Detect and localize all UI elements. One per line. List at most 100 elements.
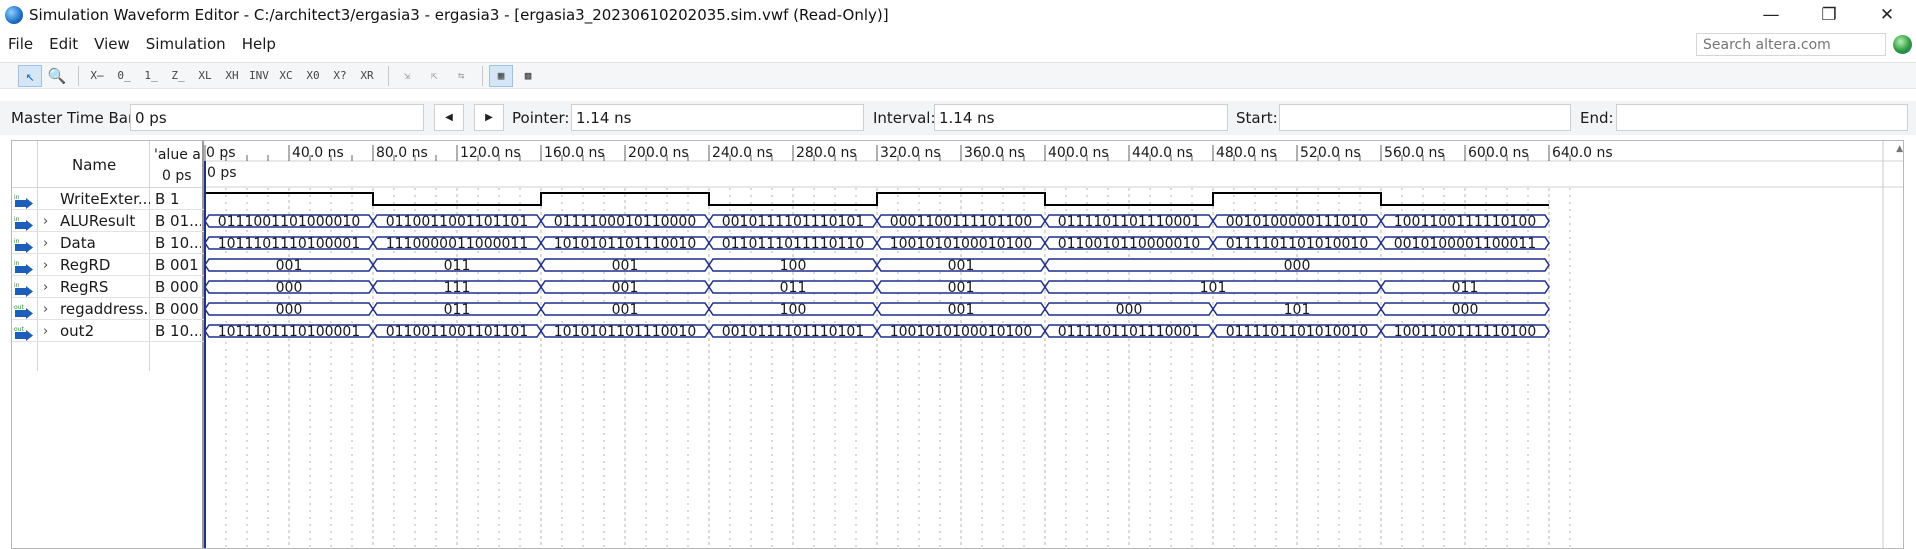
menu-help[interactable]: Help [234, 35, 284, 53]
next-transition-button[interactable]: ▶ [474, 104, 504, 131]
clock-icon[interactable]: X0 [301, 65, 325, 87]
menu-edit[interactable]: Edit [41, 35, 86, 53]
output-pin-icon: out [14, 304, 33, 319]
pointer-icon[interactable]: ↖ [18, 64, 42, 87]
window-controls: — ❐ ✕ [1742, 0, 1916, 30]
bus-value-label: 011 [780, 280, 807, 296]
menu-view[interactable]: View [86, 35, 138, 53]
search-input[interactable] [1696, 33, 1886, 56]
signal-name: ALUResult [60, 212, 136, 230]
scroll-up-icon[interactable]: ▲ [1896, 144, 1903, 154]
pointer-field[interactable]: 1.14 ns [571, 104, 864, 131]
expand-chevron-icon[interactable]: › [43, 214, 48, 229]
force-weak-low-icon[interactable]: XL [193, 65, 217, 87]
bus-value-label: 1011101110100001 [218, 236, 361, 252]
input-pin-icon: in [14, 260, 33, 275]
name-column-header[interactable]: Name [72, 156, 116, 174]
bus-value-label: 1010101101110010 [554, 324, 697, 340]
force-high-impedance-icon[interactable]: Z̲ [166, 65, 190, 87]
signal-row[interactable]: out › regaddress... B 000 [12, 298, 204, 320]
interval-field[interactable]: 1.14 ns [934, 104, 1228, 131]
bus-value-label: 000 [1452, 302, 1479, 318]
expand-chevron-icon[interactable]: › [43, 236, 48, 251]
invert-icon[interactable]: INV [247, 65, 271, 87]
signal-row[interactable]: in › RegRS B 000 [12, 276, 204, 298]
toolbar-separator [482, 65, 483, 86]
random-value-icon[interactable]: XR [355, 65, 379, 87]
close-button[interactable]: ✕ [1858, 0, 1916, 30]
minimize-button[interactable]: — [1742, 0, 1800, 30]
bus-value-label: 001 [612, 302, 639, 318]
bus-value-label: 001 [276, 258, 303, 274]
bus-value-label: 1001010100010100 [890, 324, 1033, 340]
waveform-area[interactable]: 0 ps 40.0 ns 80.0 ns 120.0 ns 160.0 ns 200.0 … [204, 141, 1904, 549]
bus-value-label: 011 [1452, 280, 1479, 296]
expand-chevron-icon[interactable]: › [43, 302, 48, 317]
bus-value-label: 1001010100010100 [890, 236, 1033, 252]
svg-text:in: in [14, 282, 20, 289]
bus-value-label: 001 [948, 302, 975, 318]
signal-row[interactable]: out › out2 B 10... [12, 320, 204, 342]
waveform-canvas[interactable]: 0 ps 40.0 ns 80.0 ns 120.0 ns 160.0 ns 200.0 … [204, 141, 1904, 549]
signal-row[interactable]: in › ALUResult B 01... [12, 210, 204, 232]
signal-value: B 01... [155, 212, 201, 230]
master-time-bar-field[interactable]: 0 ps [130, 104, 424, 131]
globe-icon[interactable] [1893, 35, 1912, 54]
bus-value-label: 0110011001101101 [386, 324, 529, 340]
toolbar-separator [78, 65, 79, 86]
time-ruler-label: 40.0 ns [292, 145, 344, 161]
time-ruler-label: 480.0 ns [1216, 145, 1277, 161]
time-ruler-label: 120.0 ns [460, 145, 521, 161]
input-pin-icon: in [14, 282, 33, 297]
snap-icon[interactable]: ⇲ [395, 65, 419, 87]
grid-settings-icon[interactable]: ▩ [516, 65, 540, 87]
menu-simulation[interactable]: Simulation [138, 35, 234, 53]
maximize-button[interactable]: ❐ [1800, 0, 1858, 30]
start-field[interactable] [1279, 104, 1571, 131]
bus-value-label: 1110000011000011 [386, 236, 529, 252]
value-column-time: 0 ps [162, 168, 192, 184]
end-field[interactable] [1616, 104, 1908, 131]
expand-chevron-icon[interactable]: › [43, 280, 48, 295]
bus-value-label: 0111101101010010 [1226, 324, 1369, 340]
bus-value-label: 0111100010110000 [554, 214, 697, 230]
bus-value-label: 0110111011110110 [722, 236, 865, 252]
snap-grid-icon[interactable]: ⇱ [422, 65, 446, 87]
bus-value-label: 0110010110000010 [1058, 236, 1201, 252]
force-weak-high-icon[interactable]: XH [220, 65, 244, 87]
bus-value-label: 001 [612, 258, 639, 274]
bit-waveform[interactable] [205, 192, 1549, 206]
signal-row[interactable]: in WriteExter... B 1 [12, 188, 204, 210]
zoom-icon[interactable]: 🔍 [45, 65, 69, 87]
snap-transition-icon[interactable]: ⇆ [449, 65, 473, 87]
window-title: Simulation Waveform Editor - C:/architec… [29, 6, 889, 24]
bus-value-label: 0010100001100011 [1394, 236, 1537, 252]
signal-name: RegRD [60, 256, 111, 274]
bus-value-label: 001 [948, 258, 975, 274]
fit-window-icon[interactable]: ▦ [489, 64, 513, 87]
signal-row[interactable]: in › Data B 10... [12, 232, 204, 254]
input-pin-icon: in [14, 216, 33, 231]
previous-transition-button[interactable]: ◀ [434, 104, 464, 131]
bus-value-label: 0010111101110101 [722, 214, 865, 230]
bus-value-label: 0111101101110001 [1058, 214, 1201, 230]
signal-value: B 1 [155, 190, 180, 208]
time-ruler-label: 560.0 ns [1384, 145, 1445, 161]
input-pin-icon: in [14, 238, 33, 253]
bus-value-label: 111 [444, 280, 471, 296]
force-low-icon[interactable]: 0̲ [112, 65, 136, 87]
arbitrary-value-icon[interactable]: X? [328, 65, 352, 87]
count-value-icon[interactable]: XC [274, 65, 298, 87]
force-unknown-icon[interactable]: X̶ [85, 65, 109, 87]
signal-row[interactable]: in › RegRD B 001 [12, 254, 204, 276]
value-column-header[interactable]: 'alue a [154, 147, 201, 163]
signal-name: Data [60, 234, 96, 252]
expand-chevron-icon[interactable]: › [43, 258, 48, 273]
app-logo-icon [5, 6, 23, 24]
force-high-icon[interactable]: 1̲ [139, 65, 163, 87]
waveform-panel: Name 'alue a 0 ps in WriteExter... B 1 in › A… [11, 140, 1904, 549]
menu-file[interactable]: File [0, 35, 41, 53]
time-ruler-label: 200.0 ns [628, 145, 689, 161]
signal-value: B 000 [155, 300, 199, 318]
expand-chevron-icon[interactable]: › [43, 324, 48, 339]
